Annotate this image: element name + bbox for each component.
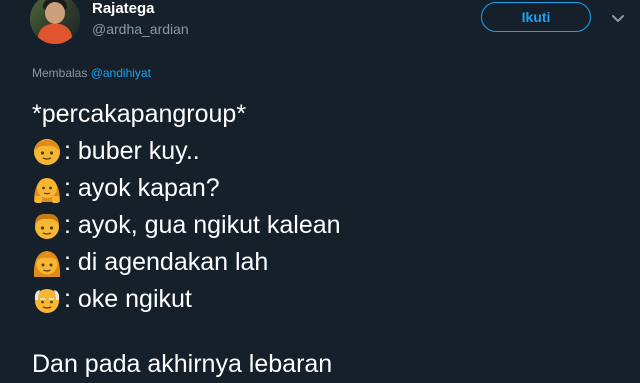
chat-line-text: : ayok kapan? [64,174,220,202]
woman-gesturing-emoji [34,177,60,203]
chat-line-text: : ayok, gua ngikut kalean [64,211,341,239]
follow-button[interactable]: Ikuti [481,2,591,32]
reply-prefix: Membalas [32,66,88,80]
chat-line: : di agendakan lah [32,244,632,281]
chat-line: : ayok kapan? [32,170,632,207]
boy-emoji [34,138,60,165]
tweet-text: *percakapangroup* : buber kuy.. : ayok k… [32,96,632,383]
woman-emoji [33,250,61,277]
tweet-header: Rajatega @ardha_ardian Ikuti [0,0,640,60]
chat-line-text: : buber kuy.. [64,137,200,165]
tweet-title: *percakapangroup* [32,100,247,128]
user-handle[interactable]: @ardha_ardian [92,21,189,37]
tweet-footer-text: Dan pada akhirnya lebaran [32,350,333,378]
old-man-emoji [34,288,60,313]
chat-line: : oke ngikut [32,281,632,318]
avatar[interactable] [30,0,80,44]
reply-mention-link[interactable]: @andihiyat [91,66,151,80]
chat-line-text: : oke ngikut [64,285,192,313]
man-emoji [35,213,59,239]
chat-line-text: : di agendakan lah [64,248,269,276]
chevron-down-icon[interactable] [608,8,628,28]
chat-line: : buber kuy.. [32,133,632,170]
chat-line: : ayok, gua ngikut kalean [32,207,632,244]
reply-context: Membalas @andihiyat [32,66,151,80]
display-name[interactable]: Rajatega [92,0,155,17]
